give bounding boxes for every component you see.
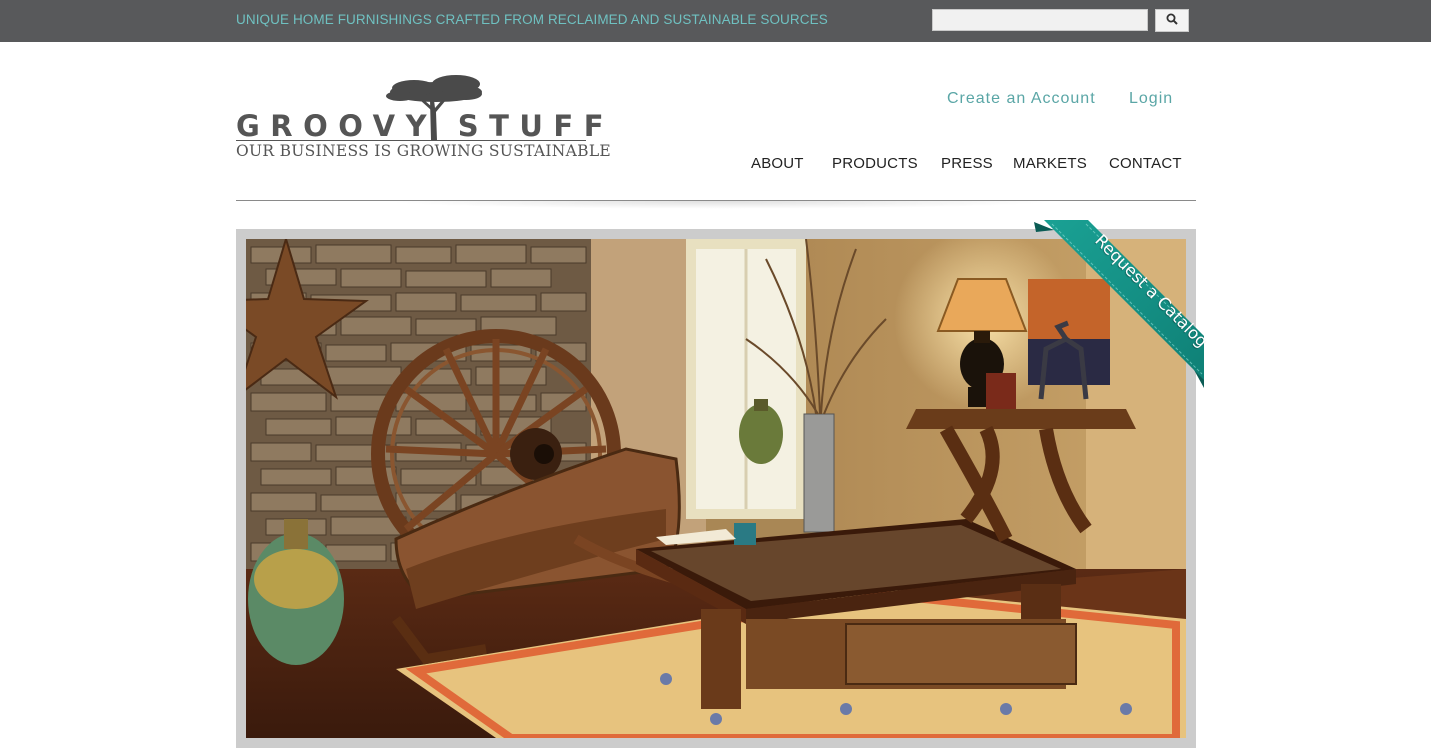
tagline: UNIQUE HOME FURNISHINGS CRAFTED FROM REC… <box>236 12 828 27</box>
create-account-link[interactable]: Create an Account <box>947 90 1096 108</box>
login-link[interactable]: Login <box>1129 90 1173 108</box>
nav-item-contact[interactable]: CONTACT <box>1109 155 1182 172</box>
logo-wordmark: GROOVY STUFF <box>236 109 615 143</box>
search-input[interactable] <box>932 9 1148 31</box>
nav-item-markets[interactable]: MARKETS <box>1013 155 1087 172</box>
request-catalog-ribbon[interactable]: Request a Catalog <box>1030 218 1211 390</box>
logo-divider <box>236 140 586 141</box>
header-shadow <box>380 201 1060 209</box>
search-icon <box>1166 13 1178 28</box>
nav-item-about[interactable]: ABOUT <box>751 155 804 172</box>
nav-item-products[interactable]: PRODUCTS <box>832 155 918 172</box>
search-button[interactable] <box>1155 9 1189 32</box>
top-bar: UNIQUE HOME FURNISHINGS CRAFTED FROM REC… <box>0 0 1431 42</box>
logo-subtitle: OUR BUSINESS IS GROWING SUSTAINABLE <box>236 142 612 160</box>
groovy-stuff-logo[interactable]: GROOVY STUFF OUR BUSINESS IS GROWING SUS… <box>236 74 615 160</box>
nav-item-press[interactable]: PRESS <box>941 155 993 172</box>
